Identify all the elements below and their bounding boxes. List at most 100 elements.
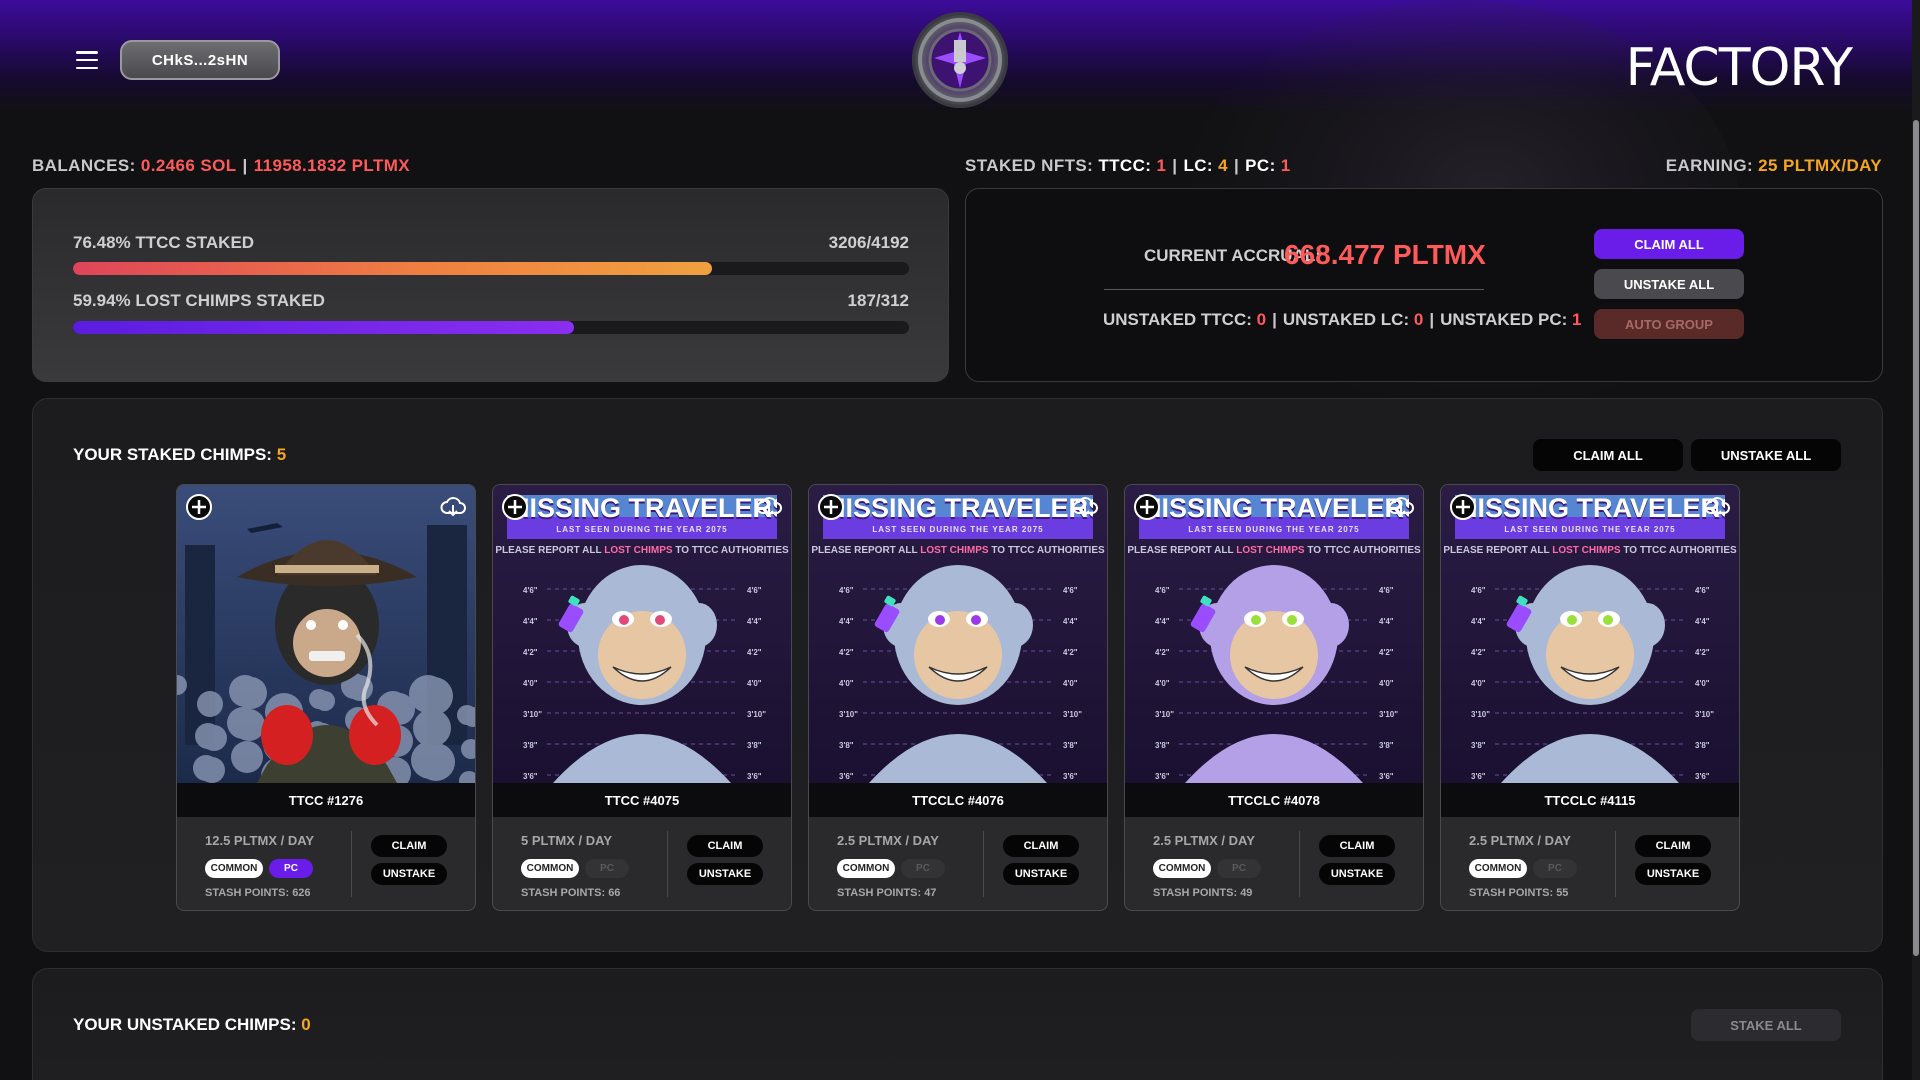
svg-text:4'2": 4'2"	[1695, 648, 1710, 657]
unstake-button[interactable]: UNSTAKE	[687, 863, 763, 885]
separator: |	[1272, 310, 1277, 329]
poster-report-line: PLEASE REPORT ALL LOST CHIMPS TO TTCC AU…	[493, 545, 791, 556]
stake-all-button[interactable]: STAKE ALL	[1691, 1009, 1841, 1041]
add-icon[interactable]	[185, 493, 213, 521]
svg-text:4'4": 4'4"	[1155, 617, 1170, 626]
cloud-download-icon[interactable]	[1387, 493, 1415, 521]
add-icon[interactable]	[1449, 493, 1477, 521]
pc-label: PC:	[1245, 156, 1276, 175]
menu-icon[interactable]	[76, 51, 98, 69]
claim-button[interactable]: CLAIM	[1635, 835, 1711, 857]
wallet-button[interactable]: CHkS...2sHN	[120, 40, 280, 80]
claim-all-button[interactable]: CLAIM ALL	[1594, 229, 1744, 259]
poster-title: MISSING TRAVELERS	[823, 493, 1093, 523]
scrollbar[interactable]	[1912, 0, 1920, 1080]
svg-text:3'8": 3'8"	[1155, 741, 1170, 750]
accrual-panel: CURRENT ACCRUAL: 668.477 PLTMX UNSTAKED …	[965, 188, 1883, 382]
separator: |	[1429, 310, 1435, 329]
svg-text:4'6": 4'6"	[747, 586, 762, 595]
svg-text:4'4": 4'4"	[1379, 617, 1394, 626]
lc-progress-row: 59.94% LOST CHIMPS STAKED 187/312	[73, 291, 909, 311]
divider	[667, 831, 668, 897]
svg-text:4'2": 4'2"	[1471, 648, 1486, 657]
unstake-all-button[interactable]: UNSTAKE ALL	[1594, 269, 1744, 299]
add-icon[interactable]	[1133, 493, 1161, 521]
ttcc-progress-label: 76.48% TTCC STAKED	[73, 233, 255, 252]
poster-title: MISSING TRAVELERS	[1455, 493, 1725, 523]
unstaked-count: 0	[301, 1015, 311, 1034]
earning-rate: 2.5 PLTMX / DAY	[837, 833, 939, 848]
unstake-button[interactable]: UNSTAKE	[1319, 863, 1395, 885]
svg-text:4'0": 4'0"	[747, 679, 762, 688]
poster-subtitle: LAST SEEN DURING THE YEAR 2075	[1188, 525, 1360, 534]
staked-chimp-card[interactable]: 4'6" 4'6" 4'4" 4'4" 4'2" 4'2" 4'0" 4'0" 3'10" 3'1…	[1440, 484, 1740, 911]
unstaked-pc-label: UNSTAKED PC:	[1440, 310, 1568, 329]
svg-text:4'0": 4'0"	[1471, 679, 1486, 688]
stash-points: STASH POINTS: 47	[837, 887, 937, 899]
svg-text:4'6": 4'6"	[1471, 586, 1486, 595]
ttcc-label: TTCC:	[1098, 156, 1152, 175]
ttcc-progress-row: 76.48% TTCC STAKED 3206/4192	[73, 233, 909, 253]
poster-report-line: PLEASE REPORT ALL LOST CHIMPS TO TTCC AU…	[1441, 545, 1739, 556]
poster-report-highlight: LOST CHIMPS	[920, 545, 989, 556]
add-icon[interactable]	[501, 493, 529, 521]
staked-unstake-all-button[interactable]: UNSTAKE ALL	[1691, 439, 1841, 471]
unstake-button[interactable]: UNSTAKE	[1635, 863, 1711, 885]
poster-report-post: TO TTCC AUTHORITIES	[988, 545, 1105, 556]
svg-text:4'6": 4'6"	[1063, 586, 1078, 595]
unstake-button[interactable]: UNSTAKE	[371, 863, 447, 885]
staked-chimp-card[interactable]: 4'6" 4'6" 4'4" 4'4" 4'2" 4'2" 4'0" 4'0" 3'10" 3'1…	[808, 484, 1108, 911]
scrollbar-thumb[interactable]	[1913, 120, 1919, 956]
cloud-download-icon[interactable]	[1703, 493, 1731, 521]
poster-report-line: PLEASE REPORT ALL LOST CHIMPS TO TTCC AU…	[809, 545, 1107, 556]
chimp-name: TTCCLC #4115	[1441, 783, 1739, 817]
ttcc-progress-count: 3206/4192	[828, 233, 909, 252]
lc-progress-bar	[73, 321, 909, 334]
separator: |	[1233, 156, 1240, 175]
staked-chimp-card[interactable]: 4'6" 4'6" 4'4" 4'4" 4'2" 4'2" 4'0" 4'0" 3'10" 3'1…	[1124, 484, 1424, 911]
svg-text:3'6": 3'6"	[1063, 772, 1078, 781]
staked-count: 5	[276, 445, 287, 464]
poster-title: MISSING TRAVELERS	[1139, 493, 1409, 523]
poster-report-post: TO TTCC AUTHORITIES	[672, 545, 789, 556]
earning-rate: 5 PLTMX / DAY	[521, 833, 613, 848]
staked-title-label: YOUR STAKED CHIMPS:	[73, 445, 272, 464]
cloud-download-icon[interactable]	[439, 493, 467, 521]
separator: |	[242, 156, 248, 175]
claim-button[interactable]: CLAIM	[1319, 835, 1395, 857]
rarity-badge: COMMON	[205, 859, 263, 878]
cloud-download-icon[interactable]	[755, 493, 783, 521]
staked-chimp-card[interactable]: 4'6" 4'6" 4'4" 4'4" 4'2" 4'2" 4'0" 4'0" 3'10" 3'1…	[492, 484, 792, 911]
claim-button[interactable]: CLAIM	[371, 835, 447, 857]
pltmx-balance: 11958.1832 PLTMX	[253, 156, 411, 175]
unstake-button[interactable]: UNSTAKE	[1003, 863, 1079, 885]
staked-claim-all-button[interactable]: CLAIM ALL	[1533, 439, 1683, 471]
pc-badge: PC	[1217, 859, 1261, 878]
svg-text:3'10": 3'10"	[839, 710, 858, 719]
poster-report-pre: PLEASE REPORT ALL	[495, 545, 605, 556]
poster-subtitle: LAST SEEN DURING THE YEAR 2075	[1504, 525, 1676, 534]
card-footer: 2.5 PLTMX / DAY COMMON PC STASH POINTS: …	[809, 817, 1107, 910]
separator: |	[1172, 156, 1178, 175]
pc-badge: PC	[269, 859, 313, 878]
unstaked-lc-label: UNSTAKED LC:	[1282, 310, 1410, 329]
stash-points: STASH POINTS: 626	[205, 887, 311, 899]
cloud-download-icon[interactable]	[1071, 493, 1099, 521]
staked-chimp-card[interactable]: TTCC #1276 12.5 PLTMX / DAY COMMON PC ST…	[176, 484, 476, 911]
lc-progress-fill	[73, 321, 575, 334]
earning-label: EARNING:	[1665, 156, 1754, 175]
pc-badge: PC	[1533, 859, 1577, 878]
svg-text:3'6": 3'6"	[839, 772, 854, 781]
auto-group-button[interactable]: AUTO GROUP	[1594, 309, 1744, 339]
claim-button[interactable]: CLAIM	[687, 835, 763, 857]
add-icon[interactable]	[817, 493, 845, 521]
logo-emblem[interactable]	[912, 12, 1008, 108]
poster-report-pre: PLEASE REPORT ALL	[1443, 545, 1553, 556]
poster-title: MISSING TRAVELERS	[507, 493, 777, 523]
rarity-badge: COMMON	[837, 859, 895, 878]
lc-label: LC:	[1183, 156, 1213, 175]
claim-button[interactable]: CLAIM	[1003, 835, 1079, 857]
sol-balance: 0.2466 SOL	[140, 156, 237, 175]
svg-text:4'0": 4'0"	[1155, 679, 1170, 688]
chimp-name: TTCCLC #4078	[1125, 783, 1423, 817]
